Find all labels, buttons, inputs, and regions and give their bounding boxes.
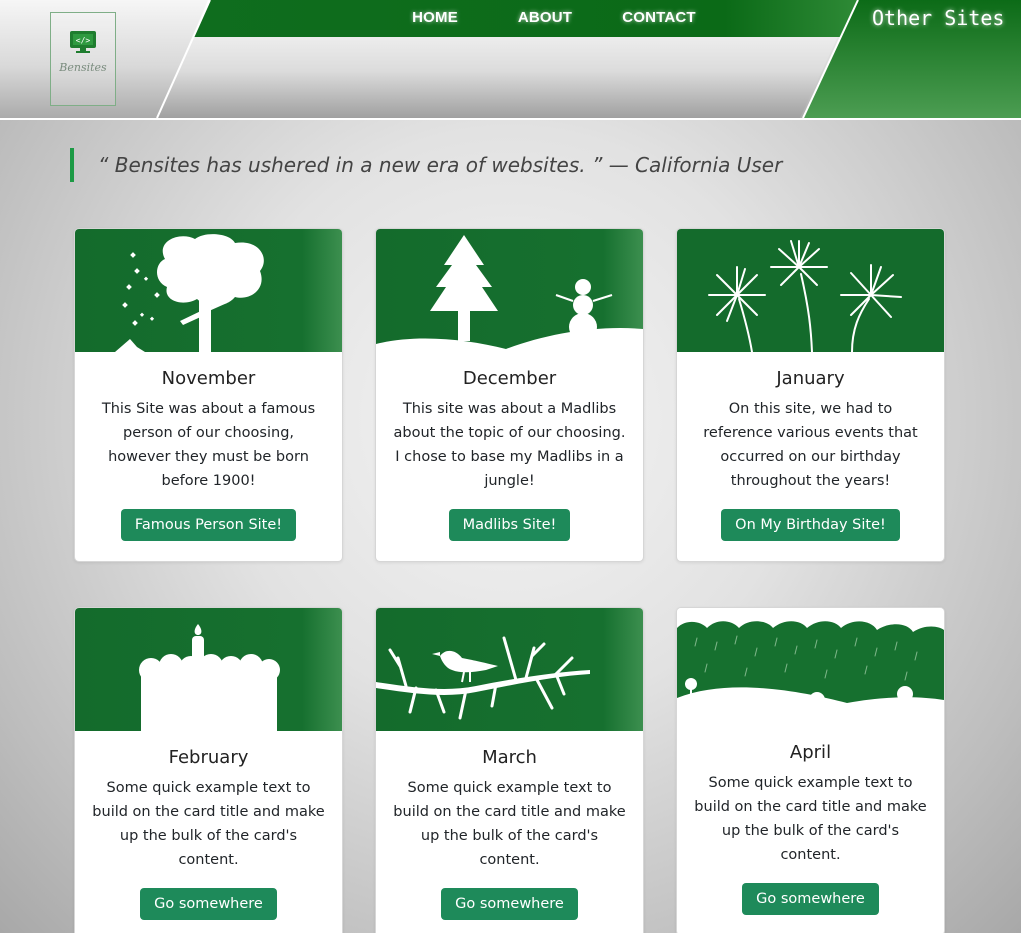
card-april: April Some quick example text to build o… [676, 607, 945, 933]
card-title: December [462, 368, 557, 389]
monitor-code-icon: </> [70, 31, 96, 53]
card-title: November [161, 368, 256, 389]
birthday-cake-illustration [75, 608, 342, 731]
pine-tree-snowman-illustration [376, 229, 643, 352]
card-january: January On this site, we had to referenc… [676, 228, 945, 562]
madlibs-site-button[interactable]: Madlibs Site! [448, 509, 571, 541]
go-somewhere-button[interactable]: Go somewhere [140, 888, 277, 920]
card-title: February [168, 747, 249, 768]
card-text: Some quick example text to build on the … [393, 780, 626, 868]
card-text: On this site, we had to reference variou… [703, 401, 918, 489]
card-text: This Site was about a famous person of o… [101, 401, 316, 489]
fireworks-illustration [677, 229, 944, 352]
card-text: Some quick example text to build on the … [694, 775, 927, 863]
nav-home-link[interactable]: HOME [380, 9, 490, 26]
famous-person-site-button[interactable]: Famous Person Site! [120, 509, 297, 541]
site-header: </> Bensites HOME ABOUT CONTACT Other Si… [0, 0, 1021, 120]
card-title: April [789, 742, 832, 763]
tree-snow-illustration [75, 229, 342, 352]
card-title: January [776, 368, 845, 389]
card-november: November This Site was about a famous pe… [74, 228, 343, 562]
testimonial-quote: “ Bensites has ushered in a new era of w… [70, 148, 782, 182]
card-text: Some quick example text to build on the … [92, 780, 325, 868]
bird-branch-illustration [376, 608, 643, 731]
svg-text:</>: </> [76, 36, 91, 45]
birthday-site-button[interactable]: On My Birthday Site! [721, 509, 900, 541]
rain-clouds-illustration [677, 608, 944, 726]
card-text: This site was about a Madlibs about the … [393, 401, 626, 489]
card-title: March [482, 747, 537, 768]
brand-logo[interactable]: </> Bensites [50, 12, 116, 106]
go-somewhere-button[interactable]: Go somewhere [441, 888, 578, 920]
brand-name: Bensites [59, 61, 107, 74]
nav-contact-link[interactable]: CONTACT [600, 9, 718, 26]
card-december: December This site was about a Madlibs a… [375, 228, 644, 562]
card-march: March Some quick example text to build o… [375, 607, 644, 933]
main-nav: HOME ABOUT CONTACT [380, 9, 718, 26]
go-somewhere-button[interactable]: Go somewhere [742, 883, 879, 915]
other-sites-link[interactable]: Other Sites [872, 6, 1004, 30]
nav-about-link[interactable]: ABOUT [490, 9, 600, 26]
card-february: February Some quick example text to buil… [74, 607, 343, 933]
